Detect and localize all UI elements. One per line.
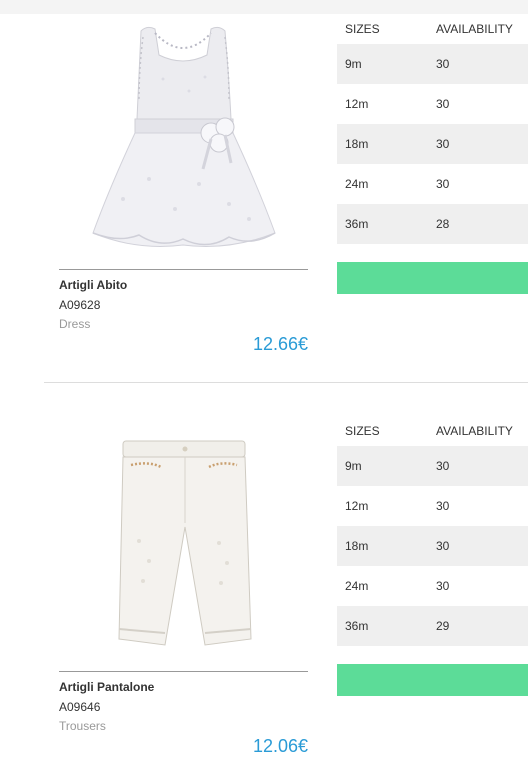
availability-value: 30: [436, 499, 450, 513]
size-row[interactable]: 18m 30: [337, 526, 528, 566]
size-value: 18m: [345, 539, 369, 553]
product-category: Dress: [59, 317, 91, 331]
sizes-column-header: SIZES: [345, 22, 380, 36]
size-value: 24m: [345, 579, 369, 593]
info-divider: [59, 671, 308, 672]
availability-value: 30: [436, 177, 450, 191]
size-value: 36m: [345, 217, 369, 231]
product-code: A09646: [59, 700, 101, 714]
product-code: A09628: [59, 298, 101, 312]
availability-value: 28: [436, 217, 450, 231]
size-row[interactable]: 12m 30: [337, 84, 528, 124]
info-divider: [59, 269, 308, 270]
add-to-cart-button[interactable]: [337, 262, 528, 294]
dress-image: [92, 26, 276, 247]
size-value: 24m: [345, 177, 369, 191]
size-value: 9m: [345, 57, 362, 71]
sizes-table: SIZES AVAILABILITY 9m 30 12m 30 18m 30 2…: [337, 416, 528, 646]
size-value: 12m: [345, 499, 369, 513]
size-value: 36m: [345, 619, 369, 633]
size-row[interactable]: 24m 30: [337, 566, 528, 606]
product-card: Artigli Abito A09628 Dress 12.66€ SIZES …: [0, 14, 528, 374]
product-image[interactable]: [59, 14, 309, 264]
top-bar: [0, 0, 528, 14]
availability-column-header: AVAILABILITY: [436, 22, 513, 36]
availability-value: 29: [436, 619, 450, 633]
size-row[interactable]: 12m 30: [337, 486, 528, 526]
product-divider: [44, 382, 528, 383]
product-category: Trousers: [59, 719, 106, 733]
availability-value: 30: [436, 539, 450, 553]
size-row[interactable]: 36m 28: [337, 204, 528, 244]
availability-value: 30: [436, 57, 450, 71]
product-price: 12.06€: [252, 736, 308, 756]
sizes-column-header: SIZES: [345, 424, 380, 438]
product-price: 12.66€: [252, 334, 308, 354]
product-card: Artigli Pantalone A09646 Trousers 12.06€…: [0, 416, 528, 770]
size-row[interactable]: 18m 30: [337, 124, 528, 164]
size-value: 9m: [345, 459, 362, 473]
product-name[interactable]: Artigli Pantalone: [59, 680, 154, 694]
trousers-image: [118, 440, 252, 646]
size-value: 18m: [345, 137, 369, 151]
availability-value: 30: [436, 459, 450, 473]
sizes-table-header: SIZES AVAILABILITY: [337, 416, 528, 446]
size-row[interactable]: 9m 30: [337, 446, 528, 486]
availability-value: 30: [436, 97, 450, 111]
size-value: 12m: [345, 97, 369, 111]
availability-value: 30: [436, 579, 450, 593]
availability-value: 30: [436, 137, 450, 151]
add-to-cart-button[interactable]: [337, 664, 528, 696]
sizes-table-header: SIZES AVAILABILITY: [337, 14, 528, 44]
availability-column-header: AVAILABILITY: [436, 424, 513, 438]
size-row[interactable]: 36m 29: [337, 606, 528, 646]
product-name[interactable]: Artigli Abito: [59, 278, 127, 292]
size-row[interactable]: 9m 30: [337, 44, 528, 84]
product-image[interactable]: [59, 416, 309, 666]
size-row[interactable]: 24m 30: [337, 164, 528, 204]
sizes-table: SIZES AVAILABILITY 9m 30 12m 30 18m 30 2…: [337, 14, 528, 244]
